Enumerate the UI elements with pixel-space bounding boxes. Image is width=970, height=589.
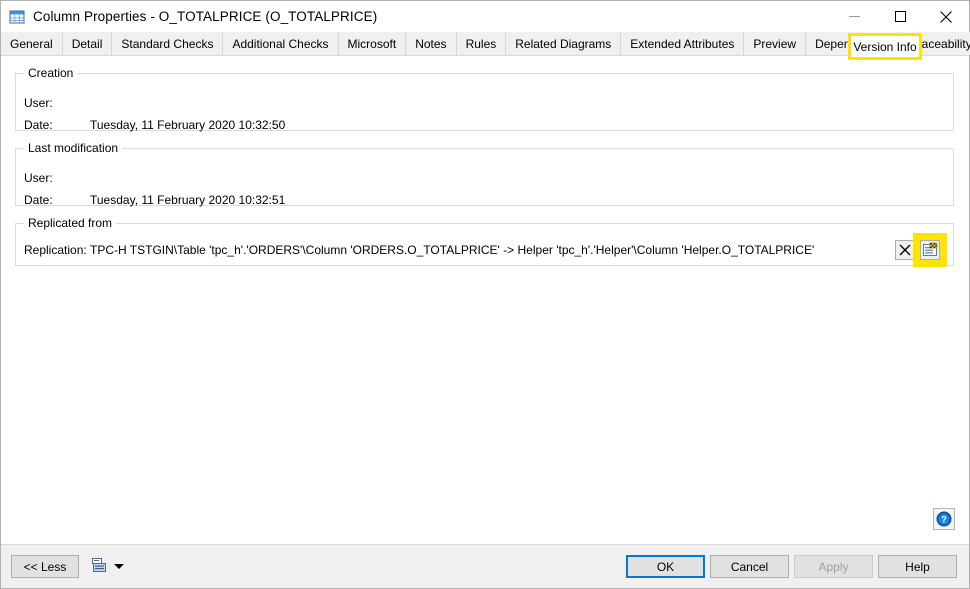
print-controls — [91, 557, 124, 576]
tab-label: Microsoft — [347, 36, 397, 51]
minimize-icon[interactable] — [831, 1, 877, 32]
tab-label: Detail — [71, 36, 103, 51]
replication-value: TPC-H TSTGIN\Table 'tpc_h'.'ORDERS'\Colu… — [90, 243, 815, 257]
last-modification-user-row: User: — [24, 171, 90, 185]
tab-label: Additional Checks — [232, 36, 329, 51]
replication-properties-highlight — [913, 233, 947, 267]
close-x-icon — [899, 244, 911, 256]
table-grid-icon — [9, 9, 25, 25]
last-modification-group-legend: Last modification — [28, 141, 119, 155]
tab-label: Extended Attributes — [630, 36, 735, 51]
tab-label: Related Diagrams — [515, 36, 612, 51]
tab-label: Standard Checks — [121, 36, 214, 51]
tab-preview[interactable]: Preview — [744, 32, 807, 55]
window-title: Column Properties - O_TOTALPRICE (O_TOTA… — [33, 9, 378, 24]
tab-label: Rules — [465, 36, 497, 51]
replicated-from-group-legend: Replicated from — [28, 216, 113, 230]
tab-strip: General Detail Standard Checks Additiona… — [1, 32, 970, 60]
footer-action-buttons: OK Cancel Apply Help — [626, 555, 957, 578]
creation-user-row: User: — [24, 96, 90, 110]
creation-date-label: Date: — [24, 118, 53, 132]
tab-content-version-info: Creation User: Date: Tuesday, 11 Februar… — [1, 56, 969, 544]
tab-standard-checks[interactable]: Standard Checks — [112, 32, 224, 55]
cancel-button[interactable]: Cancel — [710, 555, 789, 578]
maximize-icon[interactable] — [877, 1, 923, 32]
last-modification-date-value: Tuesday, 11 February 2020 10:32:51 — [90, 193, 286, 207]
tab-version-info[interactable]: Version Info — [848, 33, 922, 60]
help-question-icon: ? — [936, 511, 952, 527]
tab-related-diagrams[interactable]: Related Diagrams — [506, 32, 622, 55]
creation-date-value: Tuesday, 11 February 2020 10:32:50 — [90, 118, 286, 132]
tab-label: General — [10, 36, 53, 51]
tab-microsoft[interactable]: Microsoft — [338, 32, 407, 55]
last-modification-date-row: Date: Tuesday, 11 February 2020 10:32:51 — [24, 193, 285, 207]
tab-notes[interactable]: Notes — [406, 32, 457, 55]
chevron-down-icon[interactable] — [114, 564, 124, 569]
last-modification-user-label: User: — [24, 171, 53, 185]
replication-properties-button[interactable] — [920, 240, 940, 260]
delete-replication-button[interactable] — [895, 240, 915, 260]
context-help-button[interactable]: ? — [933, 508, 955, 530]
tab-extended-attributes[interactable]: Extended Attributes — [621, 32, 745, 55]
creation-date-row: Date: Tuesday, 11 February 2020 10:32:50 — [24, 118, 285, 132]
report-print-icon[interactable] — [91, 557, 107, 576]
tab-label: Notes — [415, 36, 447, 51]
tab-additional-checks[interactable]: Additional Checks — [223, 32, 339, 55]
replication-properties-icon — [923, 242, 938, 256]
title-bar: Column Properties - O_TOTALPRICE (O_TOTA… — [1, 1, 969, 32]
replication-row: Replication: TPC-H TSTGIN\Table 'tpc_h'.… — [24, 243, 814, 257]
window-controls — [831, 1, 969, 32]
less-button[interactable]: << Less — [11, 555, 79, 578]
last-modification-group: Last modification User: Date: Tuesday, 1… — [15, 141, 954, 207]
creation-user-label: User: — [24, 96, 53, 110]
apply-button: Apply — [794, 555, 873, 578]
creation-group: Creation User: Date: Tuesday, 11 Februar… — [15, 66, 954, 132]
tab-detail[interactable]: Detail — [62, 32, 113, 55]
tab-rules[interactable]: Rules — [456, 32, 507, 55]
replicated-from-group: Replicated from Replication: TPC-H TSTGI… — [15, 216, 954, 267]
column-properties-dialog: Column Properties - O_TOTALPRICE (O_TOTA… — [0, 0, 970, 589]
last-modification-date-label: Date: — [24, 193, 53, 207]
replication-label: Replication: — [24, 243, 87, 257]
tab-label: Version Info — [853, 39, 917, 54]
help-button[interactable]: Help — [878, 555, 957, 578]
close-icon[interactable] — [923, 1, 969, 32]
tab-general[interactable]: General — [1, 32, 63, 55]
ok-button[interactable]: OK — [626, 555, 705, 578]
svg-text:?: ? — [941, 515, 947, 525]
creation-group-legend: Creation — [28, 66, 74, 80]
tab-label: Preview — [753, 36, 797, 51]
dialog-footer: << Less OK Cancel Apply Help — [1, 544, 969, 588]
